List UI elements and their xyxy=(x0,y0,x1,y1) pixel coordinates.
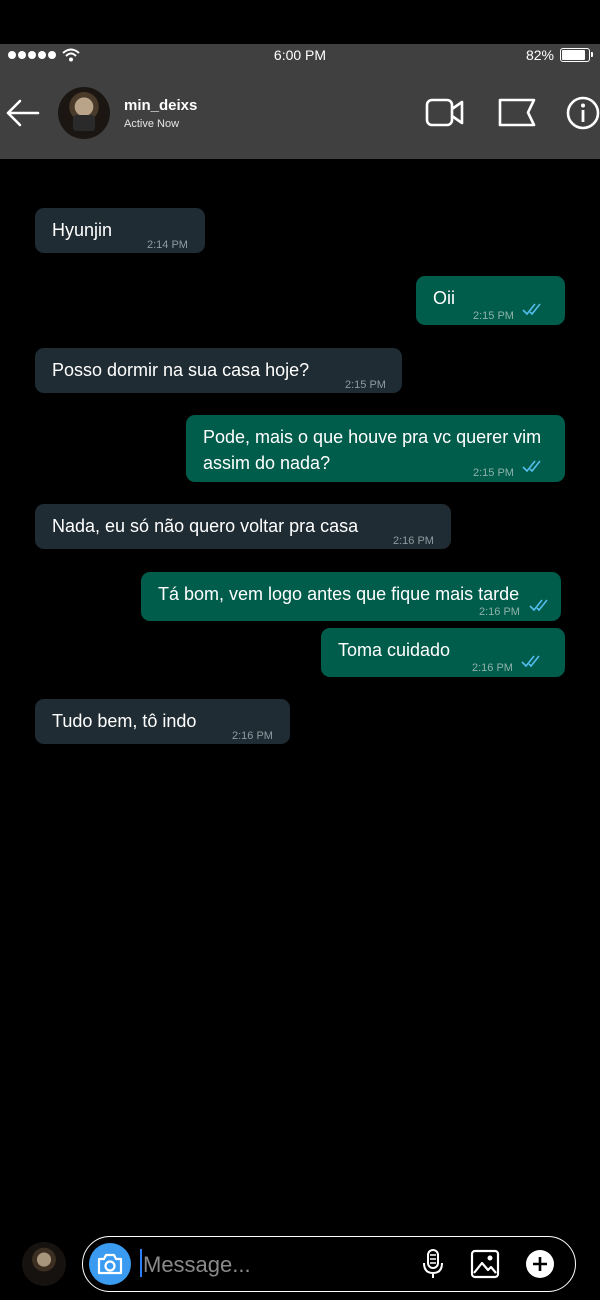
message-text: Nada, eu só não quero voltar pra casa xyxy=(52,516,359,536)
video-camera-icon[interactable] xyxy=(424,94,466,132)
message-time: 2:16 PM xyxy=(479,606,520,618)
contact-status: Active Now xyxy=(124,118,180,130)
self-avatar[interactable] xyxy=(22,1242,66,1286)
message-outgoing[interactable]: Oii 2:15 PM xyxy=(416,276,565,325)
message-text: Toma cuidado xyxy=(338,640,451,660)
camera-button[interactable] xyxy=(89,1243,131,1285)
message-time: 2:15 PM xyxy=(473,310,514,322)
status-time: 6:00 PM xyxy=(273,47,327,63)
double-check-icon xyxy=(522,460,541,473)
message-input[interactable] xyxy=(141,1244,405,1286)
message-time: 2:15 PM xyxy=(345,379,386,391)
double-check-icon xyxy=(529,599,548,612)
message-time: 2:14 PM xyxy=(147,239,188,251)
message-outgoing[interactable]: Toma cuidado 2:16 PM xyxy=(321,628,565,677)
message-time: 2:15 PM xyxy=(473,467,514,479)
message-text: Posso dormir na sua casa hoje? xyxy=(52,360,310,380)
message-text: Oii xyxy=(433,288,455,308)
double-check-icon xyxy=(521,655,540,668)
status-bar: 6:00 PM 82% xyxy=(0,44,600,68)
battery-level xyxy=(562,50,585,60)
message-outgoing[interactable]: Tá bom, vem logo antes que fique mais ta… xyxy=(141,572,561,621)
flag-icon[interactable] xyxy=(496,94,538,132)
message-time: 2:16 PM xyxy=(472,662,513,674)
chat-header: min_deixs Active Now xyxy=(0,68,600,159)
info-icon[interactable] xyxy=(562,94,600,132)
double-check-icon xyxy=(522,303,541,316)
message-incoming[interactable]: Posso dormir na sua casa hoje? 2:15 PM xyxy=(35,348,402,393)
contact-avatar[interactable] xyxy=(58,87,110,139)
message-incoming[interactable]: Tudo bem, tô indo 2:16 PM xyxy=(35,699,290,744)
message-incoming[interactable]: Hyunjin 2:14 PM xyxy=(35,208,205,253)
message-text: Tudo bem, tô indo xyxy=(52,711,197,731)
contact-username[interactable]: min_deixs xyxy=(124,97,197,114)
message-incoming[interactable]: Nada, eu só não quero voltar pra casa 2:… xyxy=(35,504,451,549)
battery-percent: 82% xyxy=(525,47,554,63)
message-outgoing[interactable]: Pode, mais o que houve pra vc querer vim… xyxy=(186,415,565,482)
battery-group: 82% xyxy=(525,47,593,63)
microphone-icon[interactable] xyxy=(417,1248,449,1280)
camera-icon xyxy=(97,1253,123,1275)
message-composer xyxy=(82,1236,576,1292)
message-text: Hyunjin xyxy=(52,220,113,240)
arrow-left-icon[interactable] xyxy=(4,94,42,132)
battery-icon xyxy=(560,48,593,62)
plus-circle-icon[interactable] xyxy=(524,1248,556,1280)
message-time: 2:16 PM xyxy=(393,535,434,547)
image-icon[interactable] xyxy=(469,1248,501,1280)
message-text: Tá bom, vem logo antes que fique mais ta… xyxy=(158,584,520,604)
message-time: 2:16 PM xyxy=(232,730,273,742)
